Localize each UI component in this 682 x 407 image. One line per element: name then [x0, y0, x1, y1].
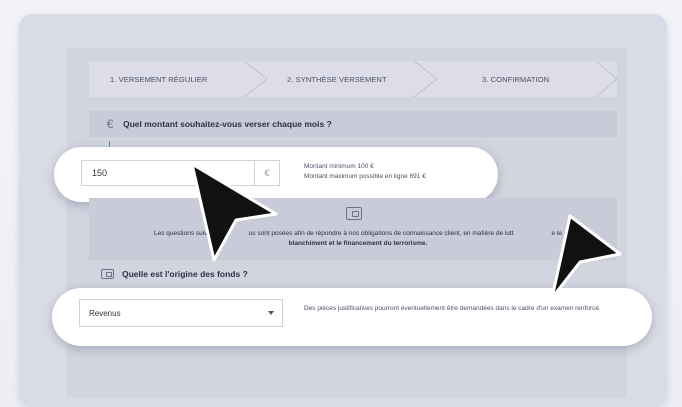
amount-help: Montant minimum 100 € Montant maximum po… [304, 162, 426, 182]
amount-input-value: 150 [92, 168, 108, 178]
step-1-label[interactable]: 1. VERSEMENT RÉGULIER [110, 61, 207, 97]
pointer-arrow-icon [550, 214, 622, 300]
wallet-icon [101, 269, 114, 279]
question-monthly-amount-text: Quel montant souhaitez-vous verser chaqu… [123, 119, 332, 129]
question-fund-origin-text: Quelle est l'origine des fonds ? [122, 269, 248, 279]
question-monthly-amount: € Quel montant souhaitez-vous verser cha… [89, 111, 617, 137]
info-text-part2: us sont posées afin de répondre à nos ob… [248, 230, 514, 237]
wallet-icon [346, 207, 362, 220]
step-2-label[interactable]: 2. SYNTHÈSE VERSEMENT [287, 61, 387, 97]
origin-select[interactable]: Revenus [79, 299, 283, 327]
chevron-down-icon [268, 311, 274, 315]
amount-max-text: Montant maximum possible en ligne 691 € [304, 173, 426, 180]
origin-select-value: Revenus [89, 308, 121, 318]
pointer-arrow-icon [190, 162, 278, 262]
euro-icon: € [106, 117, 114, 131]
stepper: 1. VERSEMENT RÉGULIER 2. SYNTHÈSE VERSEM… [89, 61, 617, 97]
question-fund-origin: Quelle est l'origine des fonds ? [89, 262, 617, 286]
step-3-label[interactable]: 3. CONFIRMATION [482, 61, 549, 97]
amount-min-text: Montant minimum 100 € [304, 163, 374, 170]
